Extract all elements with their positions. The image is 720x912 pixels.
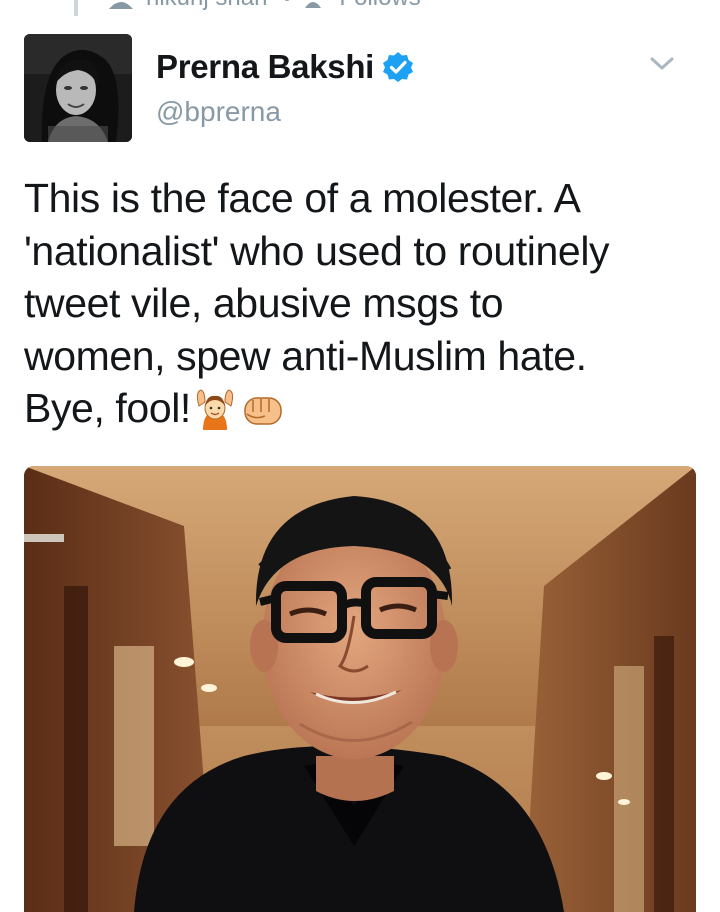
attached-photo[interactable] bbox=[24, 466, 696, 912]
tweet-text-line: This is the face of a molester. A bbox=[24, 175, 581, 221]
dot-separator-icon bbox=[281, 0, 293, 4]
author-display-name[interactable]: Prerna Bakshi bbox=[156, 48, 374, 86]
tweet-text-line: 'nationalist' who used to routinely bbox=[24, 227, 610, 274]
person-icon bbox=[108, 0, 134, 9]
reply-context-strip: nikunj shah Follows bbox=[0, 0, 720, 16]
chevron-down-icon[interactable] bbox=[648, 54, 676, 74]
tweet-screen: nikunj shah Follows Prerna Bakshi bbox=[0, 0, 720, 912]
follows-icon bbox=[305, 0, 327, 8]
verified-badge-icon bbox=[382, 51, 414, 83]
oncoming-fist-emoji bbox=[239, 390, 287, 430]
author-handle[interactable]: @bprerna bbox=[156, 96, 281, 128]
thread-line bbox=[74, 0, 78, 16]
tweet-text-line: women, spew anti-Muslim hate. bbox=[24, 332, 587, 379]
follows-label: Follows bbox=[339, 0, 420, 12]
author-name-line[interactable]: Prerna Bakshi bbox=[156, 48, 414, 86]
profile-avatar[interactable] bbox=[24, 34, 132, 142]
person-gesturing-ok-emoji bbox=[193, 386, 237, 430]
tweet-text: This is the face of a molester. A 'natio… bbox=[24, 172, 704, 435]
tweet-text-line: tweet vile, abusive msgs to bbox=[24, 280, 504, 326]
reply-context-name[interactable]: nikunj shah bbox=[146, 0, 267, 12]
tweet-text-last-line: Bye, fool! bbox=[24, 382, 704, 435]
tweet-text-line: Bye, fool! bbox=[24, 385, 191, 431]
reply-context-row: nikunj shah Follows bbox=[108, 0, 435, 12]
